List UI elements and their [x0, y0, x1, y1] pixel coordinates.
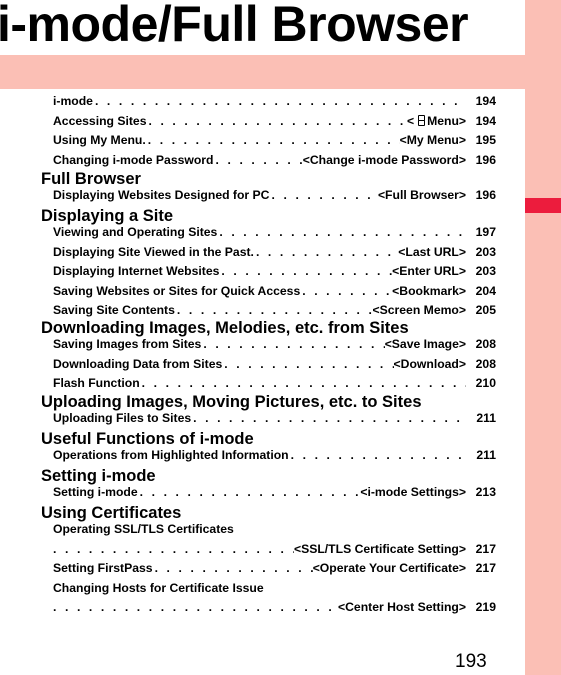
- page-ref: 196: [475, 188, 496, 202]
- dot-leader: . . . . . . . . . . . . . . . . . . . . …: [271, 188, 378, 202]
- dot-leader: . . . . . . . . . . . . . . . . . . . . …: [176, 303, 373, 317]
- toc-entry-last-url[interactable]: Displaying Site Viewed in the Past. . . …: [53, 244, 496, 260]
- section-heading-setting-i-mode: Setting i-mode: [41, 467, 156, 485]
- page-ref: 210: [475, 376, 496, 390]
- section-heading-displaying-a-site: Displaying a Site: [41, 207, 174, 225]
- dot-leader: . . . . . . . . . . . . . . . . . . . . …: [53, 600, 338, 614]
- section-heading-full-browser: Full Browser: [41, 170, 141, 188]
- section-heading-uploading: Uploading Images, Moving Pictures, etc. …: [41, 393, 422, 411]
- toc-entry-viewing-sites[interactable]: Viewing and Operating Sites . . . . . . …: [53, 224, 496, 240]
- dot-leader: . . . . . . . . . . . . . . . . . . . . …: [148, 113, 406, 128]
- toc-entry-center-host-label[interactable]: Changing Hosts for Certificate Issue: [53, 580, 496, 596]
- toc-entry-download[interactable]: Downloading Data from Sites . . . . . . …: [53, 356, 496, 372]
- toc-entry-full-browser[interactable]: Displaying Websites Designed for PC . . …: [53, 187, 496, 203]
- toc-entry-center-host-target[interactable]: . . . . . . . . . . . . . . . . . . . . …: [53, 599, 496, 615]
- toc-entry-bookmark[interactable]: Saving Websites or Sites for Quick Acces…: [53, 283, 496, 299]
- toc-entry-i-mode-settings[interactable]: Setting i-mode . . . . . . . . . . . . .…: [53, 484, 496, 500]
- dot-leader: . . . . . . . . . . . . . . . . . . . . …: [221, 264, 392, 278]
- toc-entry-screen-memo[interactable]: Saving Site Contents . . . . . . . . . .…: [53, 302, 496, 318]
- dot-leader: . . . . . . . . . . . . . . . . . . . . …: [53, 541, 294, 556]
- page-number: 193: [455, 651, 487, 672]
- dot-leader: . . . . . . . . . . . . . . . . . . . . …: [154, 561, 313, 575]
- dot-leader: . . . . . . . . . . . . . . . . . . . . …: [203, 337, 384, 351]
- dot-leader: . . . . . . . . . . . . . . . . . . . . …: [219, 225, 466, 239]
- page-ref: 196: [475, 152, 496, 167]
- toc-entry-flash-function[interactable]: Flash Function . . . . . . . . . . . . .…: [53, 375, 496, 391]
- dot-leader: . . . . . . . . . . . . . . . . . . . . …: [141, 376, 466, 390]
- page-ref: 208: [475, 337, 496, 351]
- dot-leader: . . . . . . . . . . . . . . . . . . . . …: [139, 485, 361, 499]
- page-ref: 194: [475, 113, 496, 128]
- page-ref: 194: [475, 94, 496, 108]
- page-ref: 219: [475, 600, 496, 614]
- dot-leader: . . . . . . . . . . . . . . . . . . . . …: [193, 411, 466, 425]
- toc-entry-using-my-menu[interactable]: Using My Menu. . . . . . . . . . . . . .…: [53, 132, 496, 148]
- toc-entry-changing-password[interactable]: Changing i-mode Password . . . . . . . .…: [53, 152, 496, 168]
- dot-leader: . . . . . . . . . . . . . . . . . . . . …: [147, 133, 400, 147]
- toc-entry-enter-url[interactable]: Displaying Internet Websites . . . . . .…: [53, 263, 496, 279]
- chapter-index-tab: [525, 198, 561, 213]
- page-title: i-mode/Full Browser: [0, 0, 469, 52]
- page-ref: 195: [475, 133, 496, 147]
- page-ref: 217: [475, 541, 496, 556]
- dot-leader: . . . . . . . . . . . . . . . . . . . . …: [94, 94, 466, 108]
- section-heading-useful-functions: Useful Functions of i-mode: [41, 430, 254, 448]
- page-ref: 213: [475, 485, 496, 499]
- dot-leader: . . . . . . . . . . . . . . . . . . . . …: [302, 283, 393, 298]
- page-ref: 211: [476, 411, 496, 425]
- page-ref: 211: [476, 448, 496, 462]
- toc-entry-accessing-sites[interactable]: Accessing Sites . . . . . . . . . . . . …: [53, 113, 496, 129]
- page-ref: 208: [475, 356, 496, 371]
- page-ref: 205: [475, 303, 496, 317]
- toc-entry-highlighted-info[interactable]: Operations from Highlighted Information …: [53, 447, 496, 463]
- page-ref: 217: [475, 561, 496, 575]
- chapter-sidebar: [525, 0, 561, 675]
- page-ref: 204: [475, 283, 496, 298]
- title-band: [0, 55, 525, 89]
- page-ref: 197: [475, 225, 496, 239]
- page-ref: 203: [475, 264, 496, 278]
- mobile-menu-icon: [417, 114, 426, 126]
- toc-entry-uploading-files[interactable]: Uploading Files to Sites . . . . . . . .…: [53, 410, 496, 426]
- page-ref: 203: [475, 244, 496, 259]
- toc-entry-ssl-tls-target[interactable]: . . . . . . . . . . . . . . . . . . . . …: [53, 541, 496, 557]
- dot-leader: . . . . . . . . . . . . . . . . . . . . …: [215, 152, 303, 167]
- dot-leader: . . . . . . . . . . . . . . . . . . . . …: [290, 448, 466, 462]
- toc-entry-firstpass[interactable]: Setting FirstPass . . . . . . . . . . . …: [53, 560, 496, 576]
- section-heading-downloading: Downloading Images, Melodies, etc. from …: [41, 319, 409, 337]
- toc-entry-save-image[interactable]: Saving Images from Sites . . . . . . . .…: [53, 336, 496, 352]
- dot-leader: . . . . . . . . . . . . . . . . . . . . …: [224, 356, 393, 371]
- dot-leader: . . . . . . . . . . . . . . . . . . . . …: [255, 244, 398, 259]
- toc-entry-ssl-tls-label[interactable]: Operating SSL/TLS Certificates: [53, 521, 496, 537]
- section-heading-using-certificates: Using Certificates: [41, 504, 182, 522]
- toc-entry-i-mode[interactable]: i-mode . . . . . . . . . . . . . . . . .…: [53, 93, 496, 109]
